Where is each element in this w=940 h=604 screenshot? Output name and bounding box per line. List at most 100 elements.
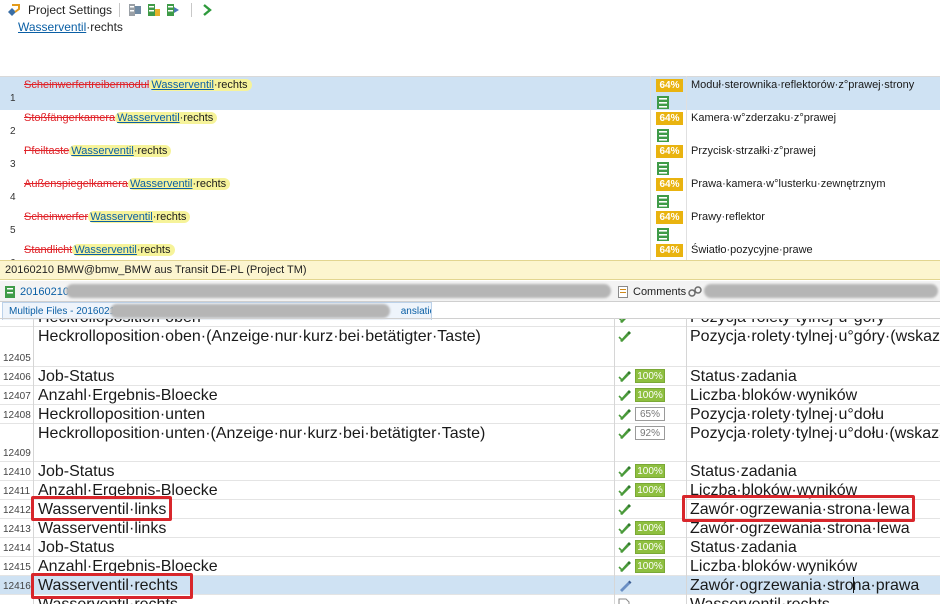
concordance-row[interactable]: 6StandlichtWasserventil·rechts64%Światło…: [0, 242, 940, 260]
segment-row[interactable]: 12406 Job-Status 100% Status·zadania: [0, 367, 940, 386]
segment-source: Heckrolloposition·unten·(Anzeige·nur·kur…: [38, 425, 486, 442]
project-settings-button[interactable]: Project Settings: [28, 3, 112, 17]
match-percent-badge: 100%: [635, 464, 665, 478]
confirmed-icon: [618, 541, 632, 554]
search-term-link[interactable]: Wasserventil: [18, 20, 86, 34]
term-link[interactable]: Wasserventil: [117, 112, 180, 124]
redacted-region: [66, 284, 611, 298]
term-link[interactable]: Wasserventil: [151, 79, 214, 91]
match-percent-badge: 92%: [635, 426, 665, 440]
search-term-rest: ·rechts: [86, 20, 123, 34]
match-percent-badge: 64%: [656, 79, 683, 92]
highlight-box-target-links: [682, 495, 915, 522]
translation-editor-grid: Heckrolloposition·oben Pozycja·rolety·tyl…: [0, 318, 940, 604]
edit-pencil-icon: [618, 579, 632, 592]
tm-info-status-bar: 20160210 BMW@bmw_BMW aus Transit DE-PL (…: [0, 260, 940, 280]
concordance-row[interactable]: 1 Scheinwerfertreibermodul Wasserventil·re…: [0, 77, 940, 110]
matched-phrase: Wasserventil·rechts: [127, 178, 231, 190]
play-icon[interactable]: [199, 2, 215, 18]
segment-number: 12414: [3, 543, 31, 554]
deleted-text: Scheinwerfertreibermodul: [24, 79, 150, 91]
term-rest: ·rechts: [192, 178, 227, 190]
segment-target[interactable]: Pozycja·rolety·tylnej·u°góry: [690, 319, 940, 327]
tm-icon: [657, 162, 669, 175]
segment-source: Anzahl·Ergebnis-Bloecke: [38, 387, 218, 404]
segment-target[interactable]: Zawór·ogrzewania·strona·prawa: [690, 576, 940, 595]
link-icon[interactable]: [688, 285, 702, 298]
segment-target[interactable]: Status·zadania: [690, 538, 940, 557]
term-link[interactable]: Wasserventil: [74, 244, 137, 256]
segment-target[interactable]: Pozycja·rolety·tylnej·u°góry·(wskazanie·…: [690, 327, 940, 346]
term-link[interactable]: Wasserventil: [71, 145, 134, 157]
concordance-source: Scheinwerfer Wasserventil·rechts: [24, 211, 191, 223]
concordance-target: Prawy·reflektor: [691, 211, 765, 223]
tab-tm-results[interactable]: 20160210: [3, 283, 69, 301]
match-percent-badge: 100%: [635, 521, 665, 535]
concordance-row[interactable]: 5 Scheinwerfer Wasserventil·rechts 64% Prawy…: [0, 209, 940, 242]
highlight-box-source-links: [31, 496, 172, 521]
term-link[interactable]: Wasserventil: [130, 178, 193, 190]
segment-target[interactable]: Liczba·bloków·wyników: [690, 386, 940, 405]
column-divider: [650, 76, 651, 260]
segment-target[interactable]: Liczba·bloków·wyników: [690, 557, 940, 576]
confirmed-icon: [618, 330, 632, 343]
segment-row[interactable]: 12405 Heckrolloposition·oben·(Anzeige·nur…: [0, 327, 940, 367]
matched-phrase: Wasserventil·rechts: [115, 112, 218, 124]
matched-phrase: Wasserventil·rechts: [149, 79, 252, 91]
term-link[interactable]: Wasserventil: [90, 211, 153, 223]
segment-number: 12410: [3, 467, 31, 478]
document-icon: [618, 598, 632, 604]
redacted-region: [704, 284, 938, 298]
segment-number: 12407: [3, 391, 31, 402]
segment-row[interactable]: 12414 Job-Status 100% Status·zadania: [0, 538, 940, 557]
matched-phrase: Wasserventil·rechts: [69, 145, 172, 157]
segment-number: 12416: [3, 581, 31, 592]
match-percent-badge: 100%: [635, 559, 665, 573]
tm-export-icon[interactable]: [165, 2, 181, 18]
match-percent-badge: 64%: [656, 211, 683, 224]
concordance-source: Scheinwerfertreibermodul Wasserventil·rec…: [24, 79, 252, 91]
match-percent-badge: 64%: [656, 244, 683, 257]
concordance-row[interactable]: 4 Außenspiegelkamera Wasserventil·rechts 64…: [0, 176, 940, 209]
tab-comments[interactable]: Comments: [616, 283, 686, 301]
text-cursor: [852, 577, 854, 593]
confirmed-icon: [618, 484, 632, 497]
segment-target[interactable]: Pozycja·rolety·tylnej·u°dołu: [690, 405, 940, 424]
tm-icon: [657, 129, 669, 142]
deleted-text: Stoßfängerkamera: [24, 112, 116, 124]
segment-number: 12409: [3, 448, 31, 459]
tm-icon: [657, 228, 669, 241]
segment-row[interactable]: 12410 Job-Status 100% Status·zadania: [0, 462, 940, 481]
segment-source: Job-Status: [38, 463, 115, 480]
segment-target[interactable]: Status·zadania: [690, 462, 940, 481]
term-rest: ·rechts: [213, 79, 248, 91]
tm-settings-icon[interactable]: [127, 2, 143, 18]
segment-number: 12413: [3, 524, 31, 535]
segment-row[interactable]: 12408 Heckrolloposition·unten 65% Pozycja·r…: [0, 405, 940, 424]
deleted-text: Pfeiltaste: [24, 145, 70, 157]
column-divider: [614, 318, 615, 604]
confirmed-icon: [618, 522, 632, 535]
gear-icon[interactable]: [6, 2, 22, 18]
segment-row[interactable]: 12407 Anzahl·Ergebnis-Bloecke 100% Liczba·b…: [0, 386, 940, 405]
segment-target[interactable]: Status·zadania: [690, 367, 940, 386]
confirmed-icon: [618, 560, 632, 573]
segment-row[interactable]: Heckrolloposition·oben Pozycja·rolety·tyl…: [0, 319, 940, 327]
concordance-row[interactable]: 2 Stoßfängerkamera Wasserventil·rechts 64% K…: [0, 110, 940, 143]
tm-add-icon[interactable]: [146, 2, 162, 18]
matched-phrase: Wasserventil·rechts: [72, 244, 175, 256]
row-number: 5: [10, 225, 16, 236]
segment-target[interactable]: Pozycja·rolety·tylnej·u°dołu·(wskazanie·…: [690, 424, 940, 443]
row-number: 3: [10, 159, 16, 170]
segment-row[interactable]: 12409 Heckrolloposition·unten·(Anzeige·nu…: [0, 424, 940, 462]
match-percent-badge: 100%: [635, 369, 665, 383]
tm-icon: [657, 195, 669, 208]
segment-source: Job-Status: [38, 539, 115, 556]
term-rest: ·rechts: [179, 112, 214, 124]
concordance-row[interactable]: 3 Pfeiltaste Wasserventil·rechts 64% Przycis…: [0, 143, 940, 176]
term-rest: ·rechts: [152, 211, 187, 223]
segment-target[interactable]: Wasserventil·rechts: [690, 595, 940, 604]
segment-number: 12406: [3, 372, 31, 383]
deleted-text: Außenspiegelkamera: [24, 178, 128, 190]
comments-icon: [618, 286, 629, 298]
